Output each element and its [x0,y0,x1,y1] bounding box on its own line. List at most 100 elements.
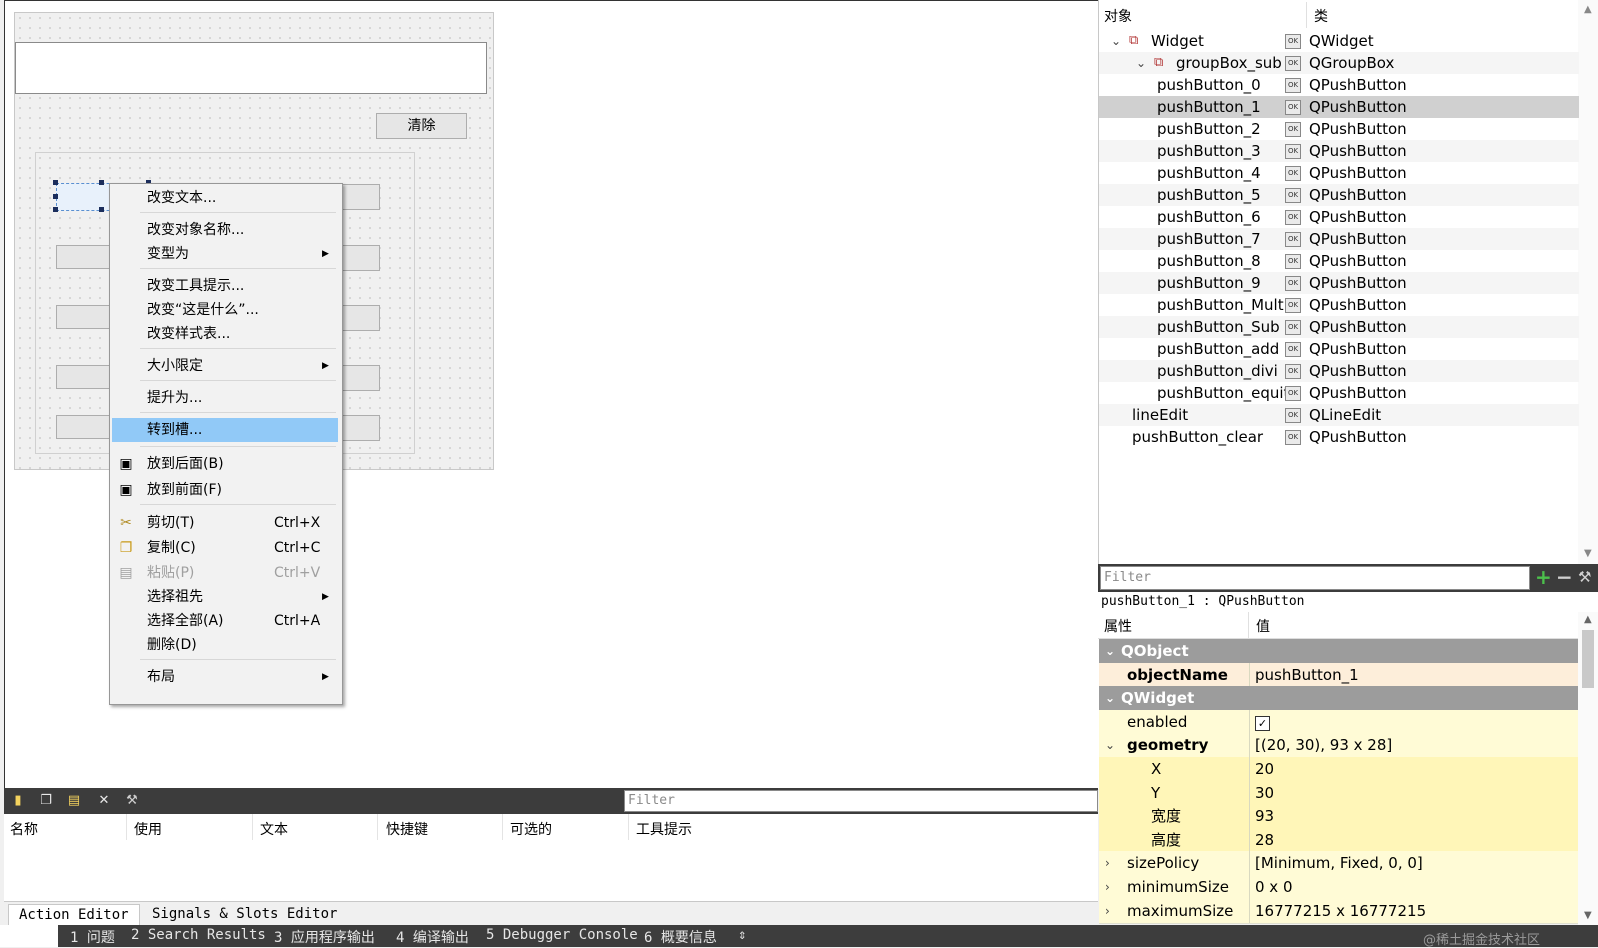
expand-down-icon[interactable]: ⌄ [1105,639,1115,663]
menu-change-object-name[interactable]: 改变对象名称... [112,218,338,242]
resize-handle[interactable] [53,180,58,185]
remove-property-icon[interactable]: − [1556,565,1573,589]
header-object[interactable]: 对象 [1104,6,1132,26]
tree-expand-icon[interactable]: ⌄ [1111,30,1121,52]
configure-icon[interactable]: ⚒ [124,793,140,809]
property-row[interactable]: 宽度 93 [1099,804,1578,830]
menu-cut[interactable]: ✂ 剪切(T) Ctrl+X [112,511,338,535]
column-header-checkable[interactable]: 可选的 [510,819,552,839]
push-button-partial[interactable] [340,184,380,210]
expand-right-icon[interactable]: › [1105,851,1110,875]
expand-down-icon[interactable]: ⌄ [1105,733,1115,757]
object-tree-row[interactable]: pushButton_6 OK QPushButton [1099,206,1579,228]
property-value[interactable]: 28 [1251,828,1274,852]
menu-send-to-back[interactable]: ▣ 放到后面(B) [112,452,338,476]
scroll-down-icon[interactable]: ▼ [1584,910,1592,921]
object-tree-row[interactable]: pushButton_7 OK QPushButton [1099,228,1579,250]
property-row[interactable]: ⌄ QWidget [1099,686,1578,712]
property-row[interactable]: ⌄ QObject [1099,639,1578,664]
object-inspector-scrollbar[interactable] [1578,0,1598,564]
object-tree-row[interactable]: pushButton_8 OK QPushButton [1099,250,1579,272]
property-row[interactable]: Y 30 [1099,780,1578,806]
resize-handle[interactable] [53,207,58,212]
paste-action-icon[interactable]: ▤ [66,793,82,809]
line-edit-widget[interactable] [15,42,487,94]
output-tab-issues[interactable]: 1 问题 [70,927,115,947]
property-row[interactable]: › minimumSize 0 x 0 [1099,875,1578,900]
menu-copy[interactable]: ❐ 复制(C) Ctrl+C [112,536,338,560]
expand-down-icon[interactable]: ⌄ [1105,686,1115,710]
menu-go-to-slot[interactable]: 转到槽... [112,418,338,442]
property-row[interactable]: objectName pushButton_1 [1099,662,1578,688]
object-tree-row[interactable]: pushButton_equit OK QPushButton [1099,382,1579,404]
expand-right-icon[interactable]: › [1105,899,1110,923]
property-row[interactable]: X 20 [1099,757,1578,782]
scrollbar-thumb[interactable] [1582,630,1594,688]
object-tree-row[interactable]: pushButton_9 OK QPushButton [1099,272,1579,294]
delete-action-icon[interactable]: ✕ [96,793,112,809]
action-filter-input[interactable]: Filter [624,790,1098,812]
menu-change-tooltip[interactable]: 改变工具提示... [112,274,338,298]
new-action-icon[interactable]: ▮ [10,793,26,809]
property-row[interactable]: › sizePolicy [Minimum, Fixed, 0, 0] [1099,851,1578,877]
push-button-partial[interactable] [340,305,380,331]
object-tree-row[interactable]: pushButton_4 OK QPushButton [1099,162,1579,184]
scroll-up-icon[interactable]: ▲ [1584,614,1592,625]
header-property[interactable]: 属性 [1104,616,1132,636]
toggle-output-icon[interactable]: ⇕ [738,927,746,943]
output-tab-app-output[interactable]: 3 应用程序输出 [274,927,375,947]
expand-right-icon[interactable]: › [1105,875,1110,899]
object-tree-row[interactable]: ⌄ ⧉ Widget OK QWidget [1099,30,1579,52]
object-tree-row[interactable]: pushButton_5 OK QPushButton [1099,184,1579,206]
menu-layout[interactable]: 布局 ▶ [112,665,338,689]
push-button-partial[interactable] [340,415,380,441]
property-value[interactable]: [(20, 30), 93 x 28] [1251,733,1392,757]
output-tab-general-messages[interactable]: 6 概要信息 [644,927,717,947]
header-value[interactable]: 值 [1256,616,1270,636]
enabled-checkbox[interactable]: ✓ [1255,715,1270,731]
object-tree-row[interactable]: pushButton_2 OK QPushButton [1099,118,1579,140]
column-header-tooltip[interactable]: 工具提示 [636,819,692,839]
object-tree-row[interactable]: pushButton_add OK QPushButton [1099,338,1579,360]
push-button-partial[interactable] [340,365,380,391]
object-tree-row[interactable]: pushButton_0 OK QPushButton [1099,74,1579,96]
column-header-used[interactable]: 使用 [134,819,162,839]
scroll-down-icon[interactable]: ▼ [1584,548,1592,559]
property-value[interactable]: pushButton_1 [1251,663,1359,687]
property-value[interactable]: [Minimum, Fixed, 0, 0] [1251,851,1423,875]
menu-change-whats-this[interactable]: 改变“这是什么”... [112,298,338,322]
property-row[interactable]: enabled ✓ [1099,709,1578,735]
property-filter-input[interactable]: Filter [1100,566,1530,590]
output-tab-debugger-console[interactable]: 5 Debugger Console [486,927,638,943]
menu-morph-into[interactable]: 变型为 ▶ [112,242,338,266]
object-tree-row[interactable]: pushButton_3 OK QPushButton [1099,140,1579,162]
locator-input[interactable] [0,925,58,947]
clear-button[interactable]: 清除 [376,113,467,139]
property-row[interactable]: 高度 28 [1099,827,1578,853]
property-value[interactable]: 16777215 x 16777215 [1251,899,1426,923]
object-tree-row[interactable]: ⌄ ⧉ groupBox_sub OK QGroupBox [1099,52,1579,74]
resize-handle[interactable] [99,180,104,185]
object-tree-row[interactable]: lineEdit OK QLineEdit [1099,404,1579,426]
output-tab-search-results[interactable]: 2 Search Results [131,927,266,943]
resize-handle[interactable] [53,194,58,199]
menu-delete[interactable]: 删除(D) [112,633,338,657]
menu-size-constraints[interactable]: 大小限定 ▶ [112,354,338,378]
menu-select-all[interactable]: 选择全部(A) Ctrl+A [112,609,338,633]
property-value[interactable]: 0 x 0 [1251,875,1293,899]
push-button-partial[interactable] [340,245,380,271]
menu-change-text[interactable]: 改变文本... [112,186,338,210]
object-tree-row[interactable]: pushButton_divi OK QPushButton [1099,360,1579,382]
column-header-text[interactable]: 文本 [260,819,288,839]
tree-expand-icon[interactable]: ⌄ [1136,52,1146,74]
menu-bring-to-front[interactable]: ▣ 放到前面(F) [112,478,338,502]
object-tree-row[interactable]: pushButton_Sub OK QPushButton [1099,316,1579,338]
tab-action-editor[interactable]: Action Editor [8,904,140,925]
property-value[interactable]: 30 [1251,781,1274,805]
column-header-shortcut[interactable]: 快捷键 [386,819,428,839]
header-class[interactable]: 类 [1314,6,1328,26]
scroll-up-icon[interactable]: ▲ [1584,4,1592,15]
add-property-icon[interactable]: + [1535,565,1552,589]
menu-paste[interactable]: ▤ 粘贴(P) Ctrl+V [112,561,338,585]
tab-signals-slots-editor[interactable]: Signals & Slots Editor [142,904,347,924]
